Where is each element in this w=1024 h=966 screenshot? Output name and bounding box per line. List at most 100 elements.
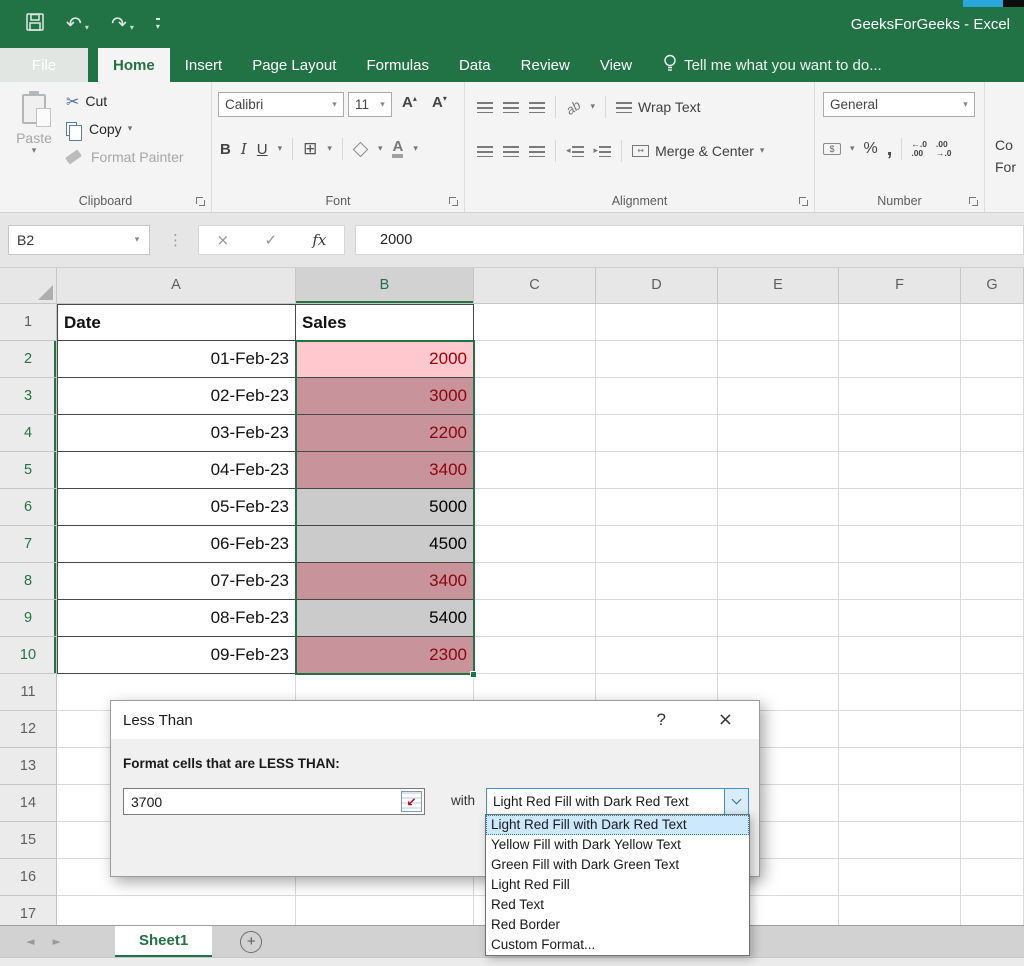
undo-button[interactable]: ↶▾ [66,14,89,34]
row-header-2[interactable]: 2 [0,341,57,378]
cell-D7[interactable] [596,526,718,563]
copy-button[interactable]: Copy▾ [66,118,184,140]
cell-G15[interactable] [961,822,1024,859]
increase-indent-icon[interactable]: ▸ [594,146,612,157]
select-all-corner[interactable] [0,268,57,304]
dialog-help-button[interactable]: ? [657,710,666,730]
cell-C1[interactable] [474,304,596,341]
cell-D5[interactable] [596,452,718,489]
row-header-16[interactable]: 16 [0,859,57,896]
formula-input[interactable]: 2000 [355,225,1024,255]
font-dialog-launcher-icon[interactable] [449,197,458,206]
tab-view[interactable]: View [585,48,647,82]
tab-review[interactable]: Review [506,48,585,82]
increase-decimal-button[interactable]: ←.0.00 [911,140,927,159]
cell-G2[interactable] [961,341,1024,378]
accounting-dropdown-icon[interactable]: ▾ [850,144,855,154]
cell-F8[interactable] [839,563,961,600]
cell-G10[interactable] [961,637,1024,674]
cell-A7[interactable]: 06-Feb-23 [57,526,296,563]
tab-formulas[interactable]: Formulas [351,48,444,82]
font-size-combo[interactable]: 11▾ [348,92,392,117]
insert-function-icon[interactable]: fx [312,231,326,249]
row-header-10[interactable]: 10 [0,637,57,674]
cell-D1[interactable] [596,304,718,341]
align-bottom-icon[interactable] [529,102,545,113]
merge-center-dropdown-icon[interactable]: ▾ [760,146,765,156]
copy-dropdown-icon[interactable]: ▾ [128,124,133,134]
redo-button[interactable]: ↷▾ [111,14,134,34]
tab-data[interactable]: Data [444,48,506,82]
sheet-nav-left-icon[interactable]: ◄ [26,935,34,948]
cell-B7[interactable]: 4500 [296,526,474,563]
font-name-combo[interactable]: Calibri▾ [218,92,344,117]
cell-F13[interactable] [839,748,961,785]
cell-A4[interactable]: 03-Feb-23 [57,415,296,452]
cell-G8[interactable] [961,563,1024,600]
cell-E6[interactable] [718,489,839,526]
cell-G1[interactable] [961,304,1024,341]
cell-G12[interactable] [961,711,1024,748]
merge-center-button[interactable]: ↔Merge & Center▾ [632,143,764,159]
cell-F5[interactable] [839,452,961,489]
comma-style-button[interactable]: , [887,144,893,154]
alignment-dialog-launcher-icon[interactable] [799,197,808,206]
accounting-format-icon[interactable]: $ [823,143,841,155]
cell-F9[interactable] [839,600,961,637]
orientation-icon[interactable]: ab [563,97,583,118]
cell-A10[interactable]: 09-Feb-23 [57,637,296,674]
column-header-G[interactable]: G [961,268,1024,304]
cell-C8[interactable] [474,563,596,600]
font-name-dropdown-icon[interactable]: ▾ [326,100,343,110]
underline-button[interactable]: U [257,141,268,158]
cell-B1[interactable]: Sales [296,304,474,341]
tab-file[interactable]: File [0,48,88,82]
format-option-green-fill-with-dark-green-text[interactable]: Green Fill with Dark Green Text [486,855,749,875]
format-painter-button[interactable]: Format Painter [66,146,184,168]
row-header-12[interactable]: 12 [0,711,57,748]
font-color-dropdown-icon[interactable]: ▾ [413,144,418,154]
cell-F12[interactable] [839,711,961,748]
cell-D8[interactable] [596,563,718,600]
cell-E3[interactable] [718,378,839,415]
cell-A2[interactable]: 01-Feb-23 [57,341,296,378]
cell-B8[interactable]: 3400 [296,563,474,600]
cell-G4[interactable] [961,415,1024,452]
bold-button[interactable]: B [220,141,231,158]
cell-C10[interactable] [474,637,596,674]
cell-E9[interactable] [718,600,839,637]
paste-button[interactable]: Paste ▾ [8,90,60,190]
cell-F6[interactable] [839,489,961,526]
cell-E5[interactable] [718,452,839,489]
cell-E4[interactable] [718,415,839,452]
cell-C6[interactable] [474,489,596,526]
tab-page-layout[interactable]: Page Layout [237,48,351,82]
underline-dropdown-icon[interactable]: ▾ [278,144,283,154]
tell-me-box[interactable]: Tell me what you want to do... [647,48,882,82]
sheet-nav-right-icon[interactable]: ► [52,935,60,948]
cell-G13[interactable] [961,748,1024,785]
decrease-decimal-button[interactable]: .00→.0 [936,140,952,159]
number-format-combo[interactable]: General▾ [823,92,975,117]
cell-G11[interactable] [961,674,1024,711]
column-header-B[interactable]: B [296,268,474,304]
italic-button[interactable]: I [241,140,247,158]
cell-C2[interactable] [474,341,596,378]
dialog-close-button[interactable]: × [718,709,733,730]
column-header-F[interactable]: F [839,268,961,304]
fill-color-dropdown-icon[interactable]: ▾ [378,144,383,154]
row-header-5[interactable]: 5 [0,452,57,489]
fill-color-icon[interactable] [353,141,369,157]
cell-B10[interactable]: 2300 [296,637,474,674]
cell-C7[interactable] [474,526,596,563]
cell-B6[interactable]: 5000 [296,489,474,526]
customize-qat-icon[interactable]: ▾ [156,18,160,31]
cell-F3[interactable] [839,378,961,415]
row-header-15[interactable]: 15 [0,822,57,859]
cell-G5[interactable] [961,452,1024,489]
column-header-D[interactable]: D [596,268,718,304]
column-header-E[interactable]: E [718,268,839,304]
redo-dropdown-icon[interactable]: ▾ [130,23,134,34]
cell-C3[interactable] [474,378,596,415]
font-color-button[interactable]: A [392,140,403,158]
